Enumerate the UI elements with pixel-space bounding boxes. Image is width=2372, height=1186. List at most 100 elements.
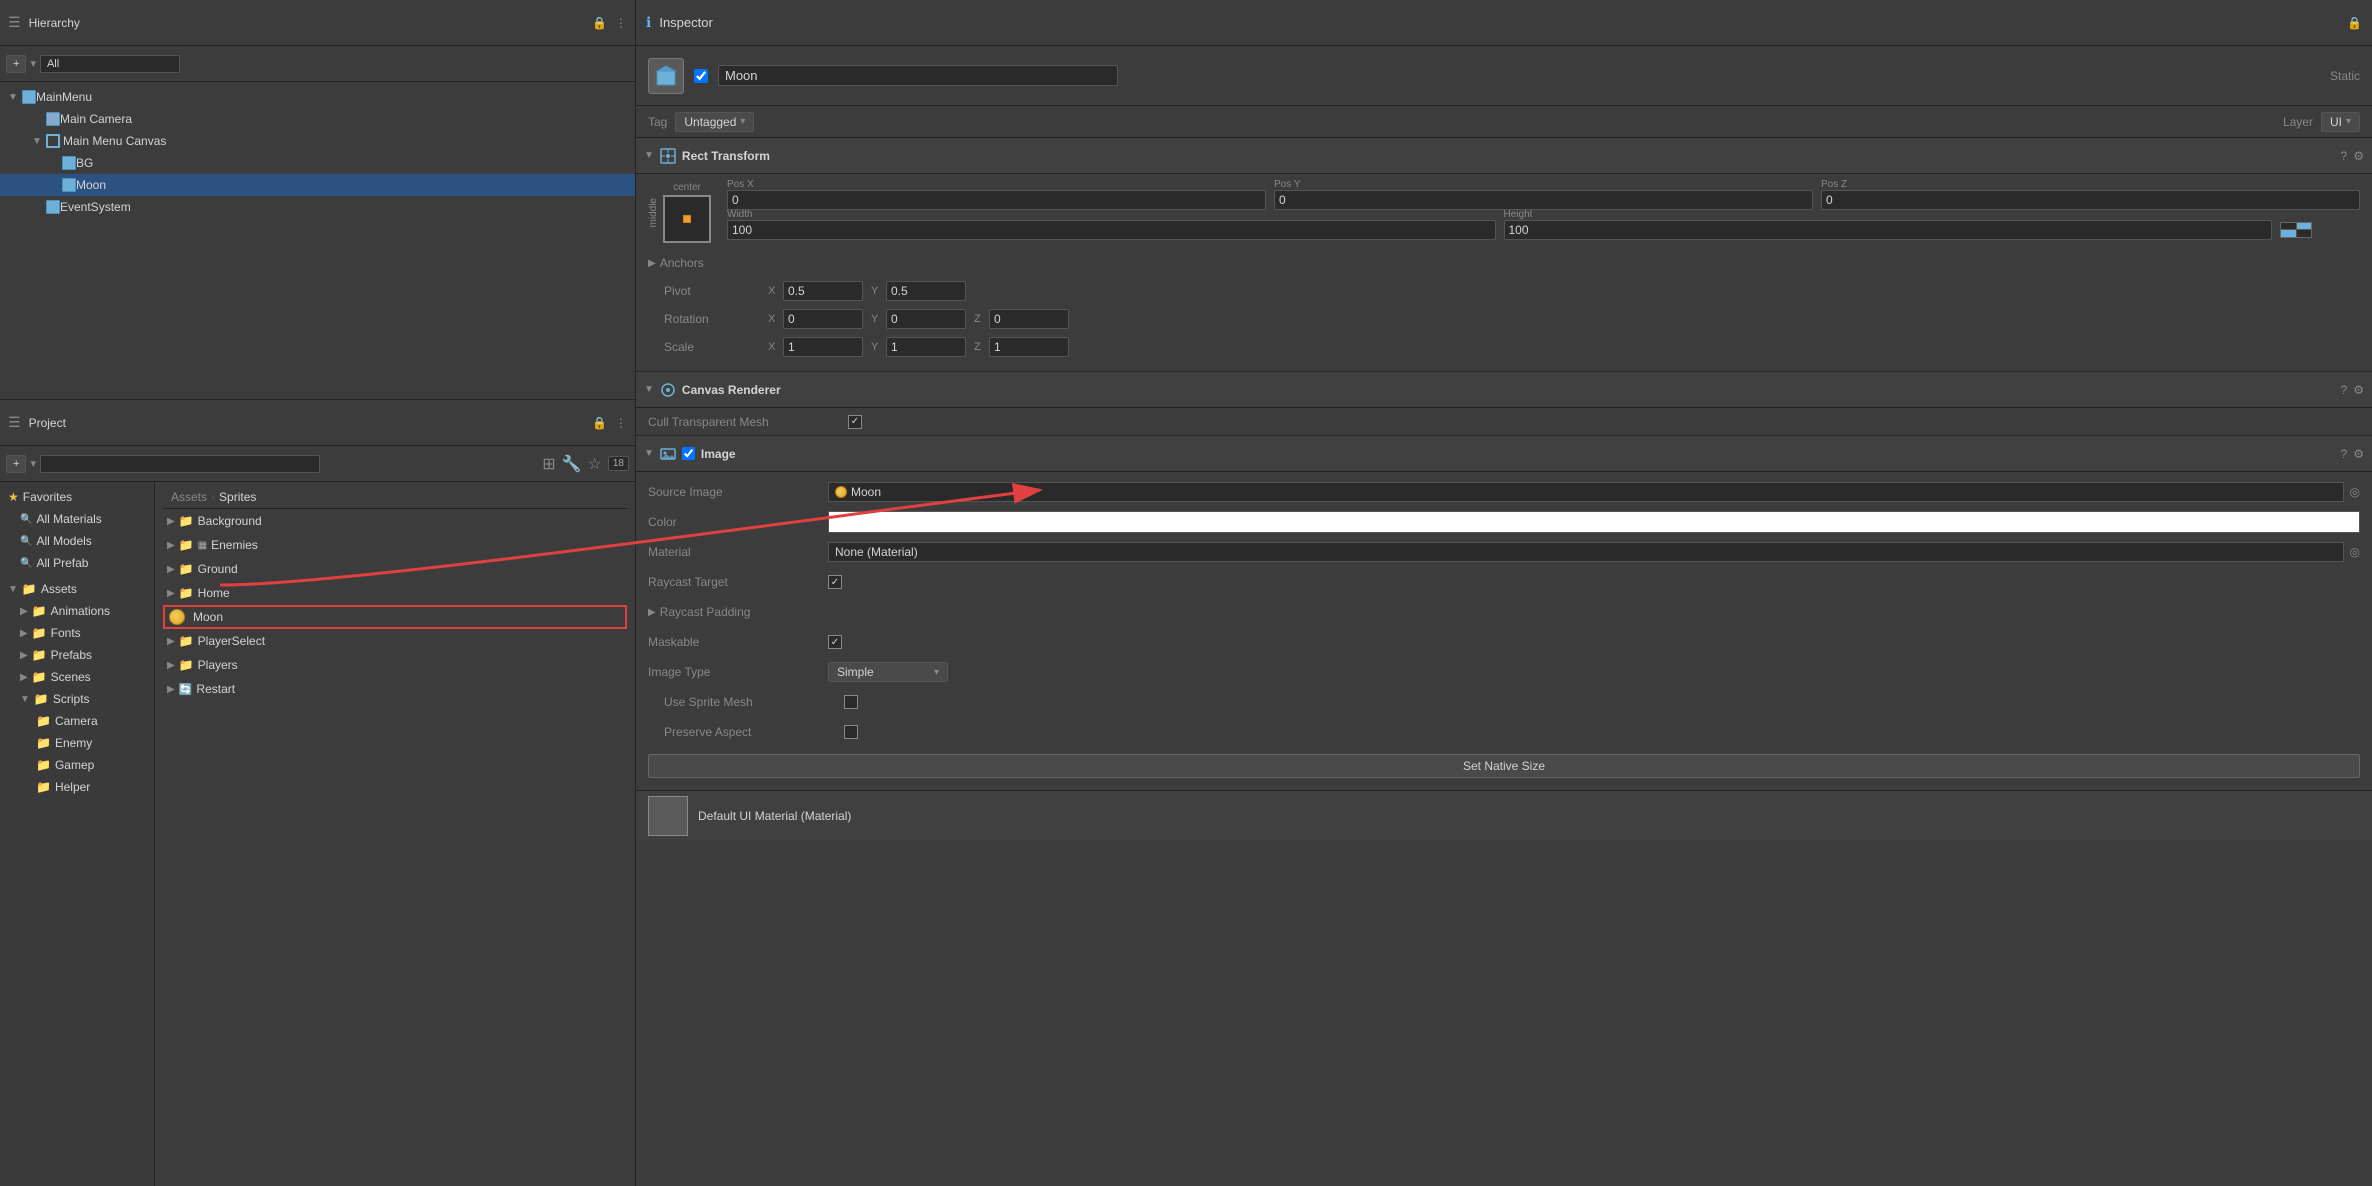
width-input[interactable] <box>727 220 1496 240</box>
material-picker-icon[interactable]: ◎ <box>2350 545 2360 559</box>
sidebar-item-prefabs[interactable]: ▶ 📁 Prefabs <box>0 644 154 666</box>
arrow-fonts: ▶ <box>20 628 28 639</box>
use-sprite-mesh-checkbox[interactable] <box>844 695 858 709</box>
sidebar-favorites-header[interactable]: ★ Favorites <box>0 486 154 508</box>
file-row-playerselect[interactable]: ▶ 📁 PlayerSelect <box>163 629 627 653</box>
rect-help-icon[interactable]: ? <box>2341 149 2348 163</box>
cull-transparent-checkbox[interactable] <box>848 415 862 429</box>
source-image-picker-icon[interactable]: ◎ <box>2350 485 2360 499</box>
tree-item-bg[interactable]: BG <box>0 152 635 174</box>
hierarchy-search-input[interactable] <box>40 55 180 73</box>
object-name-field[interactable] <box>718 65 1118 86</box>
sidebar-item-enemy-scripts[interactable]: 📁 Enemy <box>0 732 154 754</box>
tag-dropdown[interactable]: Untagged ▾ <box>675 112 754 132</box>
sidebar-item-all-models[interactable]: 🔍 All Models <box>0 530 154 552</box>
project-lock-icon[interactable]: 🔒 <box>592 416 607 430</box>
file-row-players[interactable]: ▶ 📁 Players <box>163 653 627 677</box>
sidebar-item-all-prefab[interactable]: 🔍 All Prefab <box>0 552 154 574</box>
pos-x-group: Pos X <box>727 179 1266 210</box>
file-row-ground[interactable]: ▶ 📁 Ground <box>163 557 627 581</box>
sidebar-item-scenes[interactable]: ▶ 📁 Scenes <box>0 666 154 688</box>
folder-icon-scripts: 📁 <box>34 692 49 706</box>
rot-z-input[interactable] <box>989 309 1069 329</box>
file-row-moon[interactable]: Moon <box>163 605 627 629</box>
inspector-title: Inspector <box>659 15 712 30</box>
sidebar-item-helper-scripts[interactable]: 📁 Helper <box>0 776 154 798</box>
material-field[interactable]: None (Material) <box>828 542 2344 562</box>
sidebar-item-scripts[interactable]: ▼ 📁 Scripts <box>0 688 154 710</box>
file-row-enemies[interactable]: ▶ 📁 ▦ Enemies <box>163 533 627 557</box>
sidebar-item-camera-scripts[interactable]: 📁 Camera <box>0 710 154 732</box>
sidebar-item-fonts[interactable]: ▶ 📁 Fonts <box>0 622 154 644</box>
canvas-help-icon[interactable]: ? <box>2341 383 2348 397</box>
scale-z-input[interactable] <box>989 337 1069 357</box>
project-search-input[interactable] <box>40 455 320 473</box>
object-enabled-checkbox[interactable] <box>694 69 708 83</box>
inspector-lock-icon[interactable]: 🔒 <box>2347 16 2362 30</box>
folder-icon-ground: 📁 <box>179 562 194 576</box>
rect-transform-section-header[interactable]: ▼ Rect Transform ? ⚙ <box>636 138 2372 174</box>
rot-x-input[interactable] <box>783 309 863 329</box>
project-icon-b[interactable]: 🔧 <box>562 454 582 474</box>
sidebar-helper-label: Helper <box>55 780 90 794</box>
rot-z-label: Z <box>974 313 986 325</box>
hierarchy-add-dropdown[interactable]: ▾ <box>30 57 36 70</box>
project-icon-a[interactable]: ⊞ <box>542 454 555 474</box>
project-kebab-icon[interactable]: ⋮ <box>615 416 627 430</box>
pivot-x-input[interactable] <box>783 281 863 301</box>
color-swatch[interactable] <box>828 511 2360 533</box>
height-input[interactable] <box>1504 220 2273 240</box>
tree-item-mainmenu[interactable]: ▼ MainMenu <box>0 86 635 108</box>
project-icon-c[interactable]: ☆ <box>588 454 602 474</box>
height-label: Height <box>1504 209 2273 220</box>
sidebar-item-animations[interactable]: ▶ 📁 Animations <box>0 600 154 622</box>
sidebar-assets-header[interactable]: ▼ 📁 Assets <box>0 578 154 600</box>
sidebar-item-all-materials[interactable]: 🔍 All Materials <box>0 508 154 530</box>
constrain-proportions-icon[interactable] <box>2280 222 2312 238</box>
file-row-home[interactable]: ▶ 📁 Home <box>163 581 627 605</box>
hierarchy-add-button[interactable]: + <box>6 55 26 73</box>
image-section-header[interactable]: ▼ Image ? ⚙ <box>636 436 2372 472</box>
anchors-collapse[interactable]: ▶ <box>648 258 656 269</box>
image-help-icon[interactable]: ? <box>2341 447 2348 461</box>
pos-z-input[interactable] <box>1821 190 2360 210</box>
maskable-checkbox[interactable] <box>828 635 842 649</box>
sidebar-camera-label: Camera <box>55 714 98 728</box>
size-group: Width Height <box>727 209 2360 240</box>
pos-x-input[interactable] <box>727 190 1266 210</box>
rot-y-input[interactable] <box>886 309 966 329</box>
project-add-button[interactable]: + <box>6 455 26 473</box>
raycast-padding-collapse[interactable]: ▶ <box>648 607 656 618</box>
anchor-box[interactable] <box>663 195 711 243</box>
rect-settings-icon[interactable]: ⚙ <box>2353 149 2364 163</box>
set-native-size-button[interactable]: Set Native Size <box>648 754 2360 778</box>
pos-y-input[interactable] <box>1274 190 1813 210</box>
folder-icon-animations: 📁 <box>32 604 47 618</box>
image-settings-icon[interactable]: ⚙ <box>2353 447 2364 461</box>
source-image-field[interactable]: Moon <box>828 482 2344 502</box>
tree-item-maincamera[interactable]: Main Camera <box>0 108 635 130</box>
canvas-renderer-section-header[interactable]: ▼ Canvas Renderer ? ⚙ <box>636 372 2372 408</box>
pivot-y-input[interactable] <box>886 281 966 301</box>
breadcrumb-assets[interactable]: Assets <box>171 490 207 504</box>
canvas-renderer-controls: ? ⚙ <box>2341 383 2364 397</box>
scale-y-input[interactable] <box>886 337 966 357</box>
image-type-dropdown[interactable]: Simple ▾ <box>828 662 948 682</box>
tree-item-eventsystem[interactable]: EventSystem <box>0 196 635 218</box>
tree-item-canvas[interactable]: ▼ Main Menu Canvas <box>0 130 635 152</box>
hierarchy-lock-icon[interactable]: 🔒 <box>592 16 607 30</box>
project-add-dropdown[interactable]: ▾ <box>30 457 36 470</box>
file-row-restart[interactable]: ▶ 🔄 Restart <box>163 677 627 701</box>
preserve-aspect-checkbox[interactable] <box>844 725 858 739</box>
scale-x-input[interactable] <box>783 337 863 357</box>
sidebar-item-gamep-scripts[interactable]: 📁 Gamep <box>0 754 154 776</box>
raycast-target-checkbox[interactable] <box>828 575 842 589</box>
canvas-settings-icon[interactable]: ⚙ <box>2353 383 2364 397</box>
layer-dropdown[interactable]: UI ▾ <box>2321 112 2360 132</box>
hierarchy-kebab-icon[interactable]: ⋮ <box>615 16 627 30</box>
tree-item-moon[interactable]: Moon <box>0 174 635 196</box>
breadcrumb-sprites[interactable]: Sprites <box>219 490 256 504</box>
file-row-background[interactable]: ▶ 📁 Background <box>163 509 627 533</box>
image-enabled-checkbox[interactable] <box>682 447 695 460</box>
project-title: Project <box>29 416 66 430</box>
